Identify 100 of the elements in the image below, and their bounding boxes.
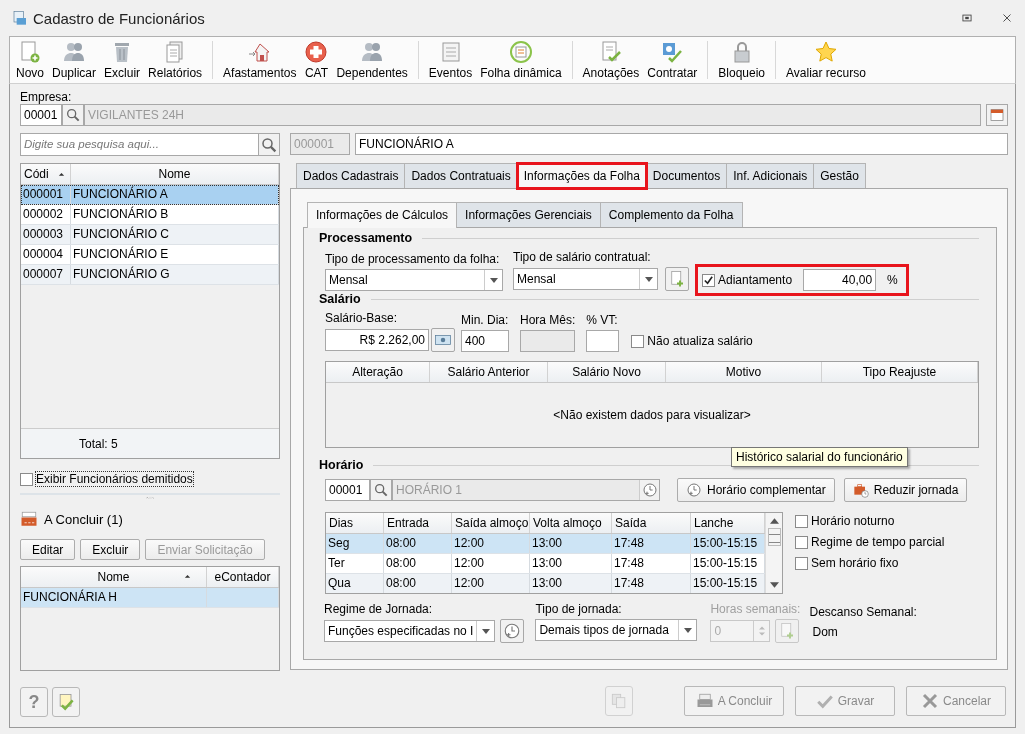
- column-header[interactable]: Nome: [21, 567, 207, 587]
- scroll-up-icon[interactable]: [769, 518, 779, 524]
- table-cell: FUNCIONÁRIA H: [21, 588, 207, 607]
- column-header[interactable]: eContador: [207, 567, 279, 587]
- tab[interactable]: Gestão: [813, 163, 866, 188]
- checkbox[interactable]: [702, 273, 715, 287]
- toolbar-button[interactable]: Afastamentos: [219, 37, 301, 83]
- icon-button[interactable]: [431, 328, 455, 352]
- table-row[interactable]: 000002 FUNCIONÁRIO B: [21, 205, 279, 225]
- table-cell: 17:48: [612, 534, 691, 553]
- unit-label: %: [887, 273, 898, 287]
- table-row[interactable]: FUNCIONÁRIA H: [21, 588, 279, 608]
- tab[interactable]: Informações de Cálculos: [307, 202, 458, 228]
- tray-icon: [20, 510, 38, 528]
- field-label: Salário-Base:: [325, 311, 399, 326]
- toolbar-button[interactable]: Novo: [12, 37, 48, 83]
- table-row[interactable]: 000007 FUNCIONÁRIO G: [21, 265, 279, 285]
- icon-button[interactable]: [62, 104, 84, 126]
- button[interactable]: Editar: [20, 539, 76, 560]
- scroll-thumb[interactable]: [767, 528, 781, 546]
- window-title: Cadastro de Funcionários: [33, 9, 205, 27]
- section-title: Horário: [319, 458, 364, 472]
- input-field[interactable]: 400: [461, 330, 509, 352]
- icon-button[interactable]: [639, 480, 659, 500]
- toolbar-button[interactable]: Folha dinâmica: [476, 37, 566, 83]
- column-header[interactable]: Códi: [21, 164, 71, 184]
- dropdown[interactable]: Demais tipos de jornada: [535, 619, 698, 641]
- checkbox[interactable]: [795, 556, 808, 570]
- table-row[interactable]: Qua 08:00 12:00 13:00 17:48 15:00-15:15: [326, 574, 765, 593]
- input-field[interactable]: [520, 330, 575, 352]
- table-row[interactable]: Ter 08:00 12:00 13:00 17:48 15:00-15:15: [326, 554, 765, 574]
- toolbar-button[interactable]: Dependentes: [332, 37, 412, 83]
- dropdown[interactable]: Mensal: [325, 269, 503, 291]
- column-header[interactable]: Saída: [612, 513, 691, 533]
- table-cell: 12:00: [452, 574, 530, 593]
- column-header[interactable]: Dias: [326, 513, 384, 533]
- tab[interactable]: Informações Gerenciais: [456, 202, 601, 227]
- empty-message: <Não existem dados para visualizar>: [552, 407, 752, 424]
- dropdown[interactable]: Mensal: [513, 268, 658, 290]
- button[interactable]: Reduzir jornada: [843, 478, 968, 502]
- icon-button[interactable]: [500, 619, 525, 643]
- toolbar-button[interactable]: Avaliar recurso: [782, 37, 870, 83]
- input-field[interactable]: 40,00: [803, 269, 877, 291]
- checkbox-label: Regime de tempo parcial: [811, 535, 945, 549]
- column-header[interactable]: Motivo: [666, 362, 822, 382]
- printer-icon: [695, 692, 714, 710]
- tab[interactable]: Inf. Adicionais: [726, 163, 815, 188]
- toolbar-button[interactable]: CAT: [300, 37, 333, 83]
- checkbox-label: Horário noturno: [811, 514, 895, 528]
- column-header[interactable]: Saída almoço: [452, 513, 530, 533]
- field-label: Tipo de jornada:: [535, 602, 623, 617]
- toolbar-button[interactable]: Contratar: [643, 37, 702, 83]
- toolbar-button[interactable]: Duplicar: [48, 37, 101, 83]
- total-count: Total: 5: [79, 436, 118, 451]
- column-header[interactable]: Alteração: [326, 362, 430, 382]
- tab[interactable]: Complemento da Folha: [599, 202, 743, 227]
- window-icon: [989, 107, 1005, 123]
- icon-button[interactable]: [986, 104, 1008, 126]
- input-field[interactable]: FUNCIONÁRIO A: [355, 133, 1008, 155]
- checkbox[interactable]: [795, 535, 808, 549]
- input-field[interactable]: 00001: [325, 479, 370, 501]
- sort-arrow-icon: [183, 572, 192, 581]
- input-field[interactable]: R$ 2.262,00: [325, 329, 429, 351]
- input-field[interactable]: [586, 330, 620, 352]
- briefcase-icon: [852, 482, 869, 498]
- button[interactable]: Excluir: [80, 539, 141, 560]
- column-header[interactable]: Entrada: [384, 513, 452, 533]
- table-row[interactable]: 000004 FUNCIONÁRIO E: [21, 245, 279, 265]
- column-header[interactable]: Nome: [71, 164, 279, 184]
- toolbar-button[interactable]: Anotações: [578, 37, 644, 83]
- tab[interactable]: Dados Contratuais: [404, 163, 518, 188]
- icon-button[interactable]: [370, 479, 392, 501]
- checkbox-label: Adiantamento: [718, 273, 793, 287]
- tab[interactable]: Informações da Folha: [516, 163, 647, 189]
- toolbar-button[interactable]: Relatórios: [144, 37, 207, 83]
- table-cell: 12:00: [452, 554, 530, 573]
- button[interactable]: Horário complementar: [677, 478, 835, 502]
- tab[interactable]: Documentos: [645, 163, 728, 188]
- scroll-down-icon[interactable]: [769, 582, 779, 588]
- toolbar-button[interactable]: Bloqueio: [714, 37, 770, 83]
- toolbar-button[interactable]: Excluir: [100, 37, 145, 83]
- section-title: A Concluir (1): [44, 511, 123, 527]
- table-row[interactable]: 000003 FUNCIONÁRIO C: [21, 225, 279, 245]
- column-header[interactable]: Volta almoço: [530, 513, 612, 533]
- search-icon: [373, 482, 389, 498]
- checkbox[interactable]: [631, 334, 645, 348]
- input-field[interactable]: 00001: [20, 104, 62, 126]
- table-row[interactable]: Seg 08:00 12:00 13:00 17:48 15:00-15:15: [326, 534, 765, 554]
- dropdown[interactable]: Funções especificadas no I: [324, 620, 496, 642]
- scrollbar[interactable]: [765, 513, 782, 593]
- table-row[interactable]: 000001 FUNCIONÁRIO A: [21, 185, 279, 205]
- table-cell: 13:00: [530, 554, 612, 573]
- document-plus-icon: [18, 40, 42, 64]
- checkbox[interactable]: [20, 472, 33, 486]
- column-header[interactable]: Salário Anterior: [430, 362, 548, 382]
- column-header[interactable]: Tipo Reajuste: [822, 362, 978, 382]
- tab[interactable]: Dados Cadastrais: [296, 163, 406, 188]
- checkbox[interactable]: [795, 514, 808, 528]
- toolbar-button[interactable]: Eventos: [424, 37, 477, 83]
- column-header[interactable]: Salário Novo: [548, 362, 666, 382]
